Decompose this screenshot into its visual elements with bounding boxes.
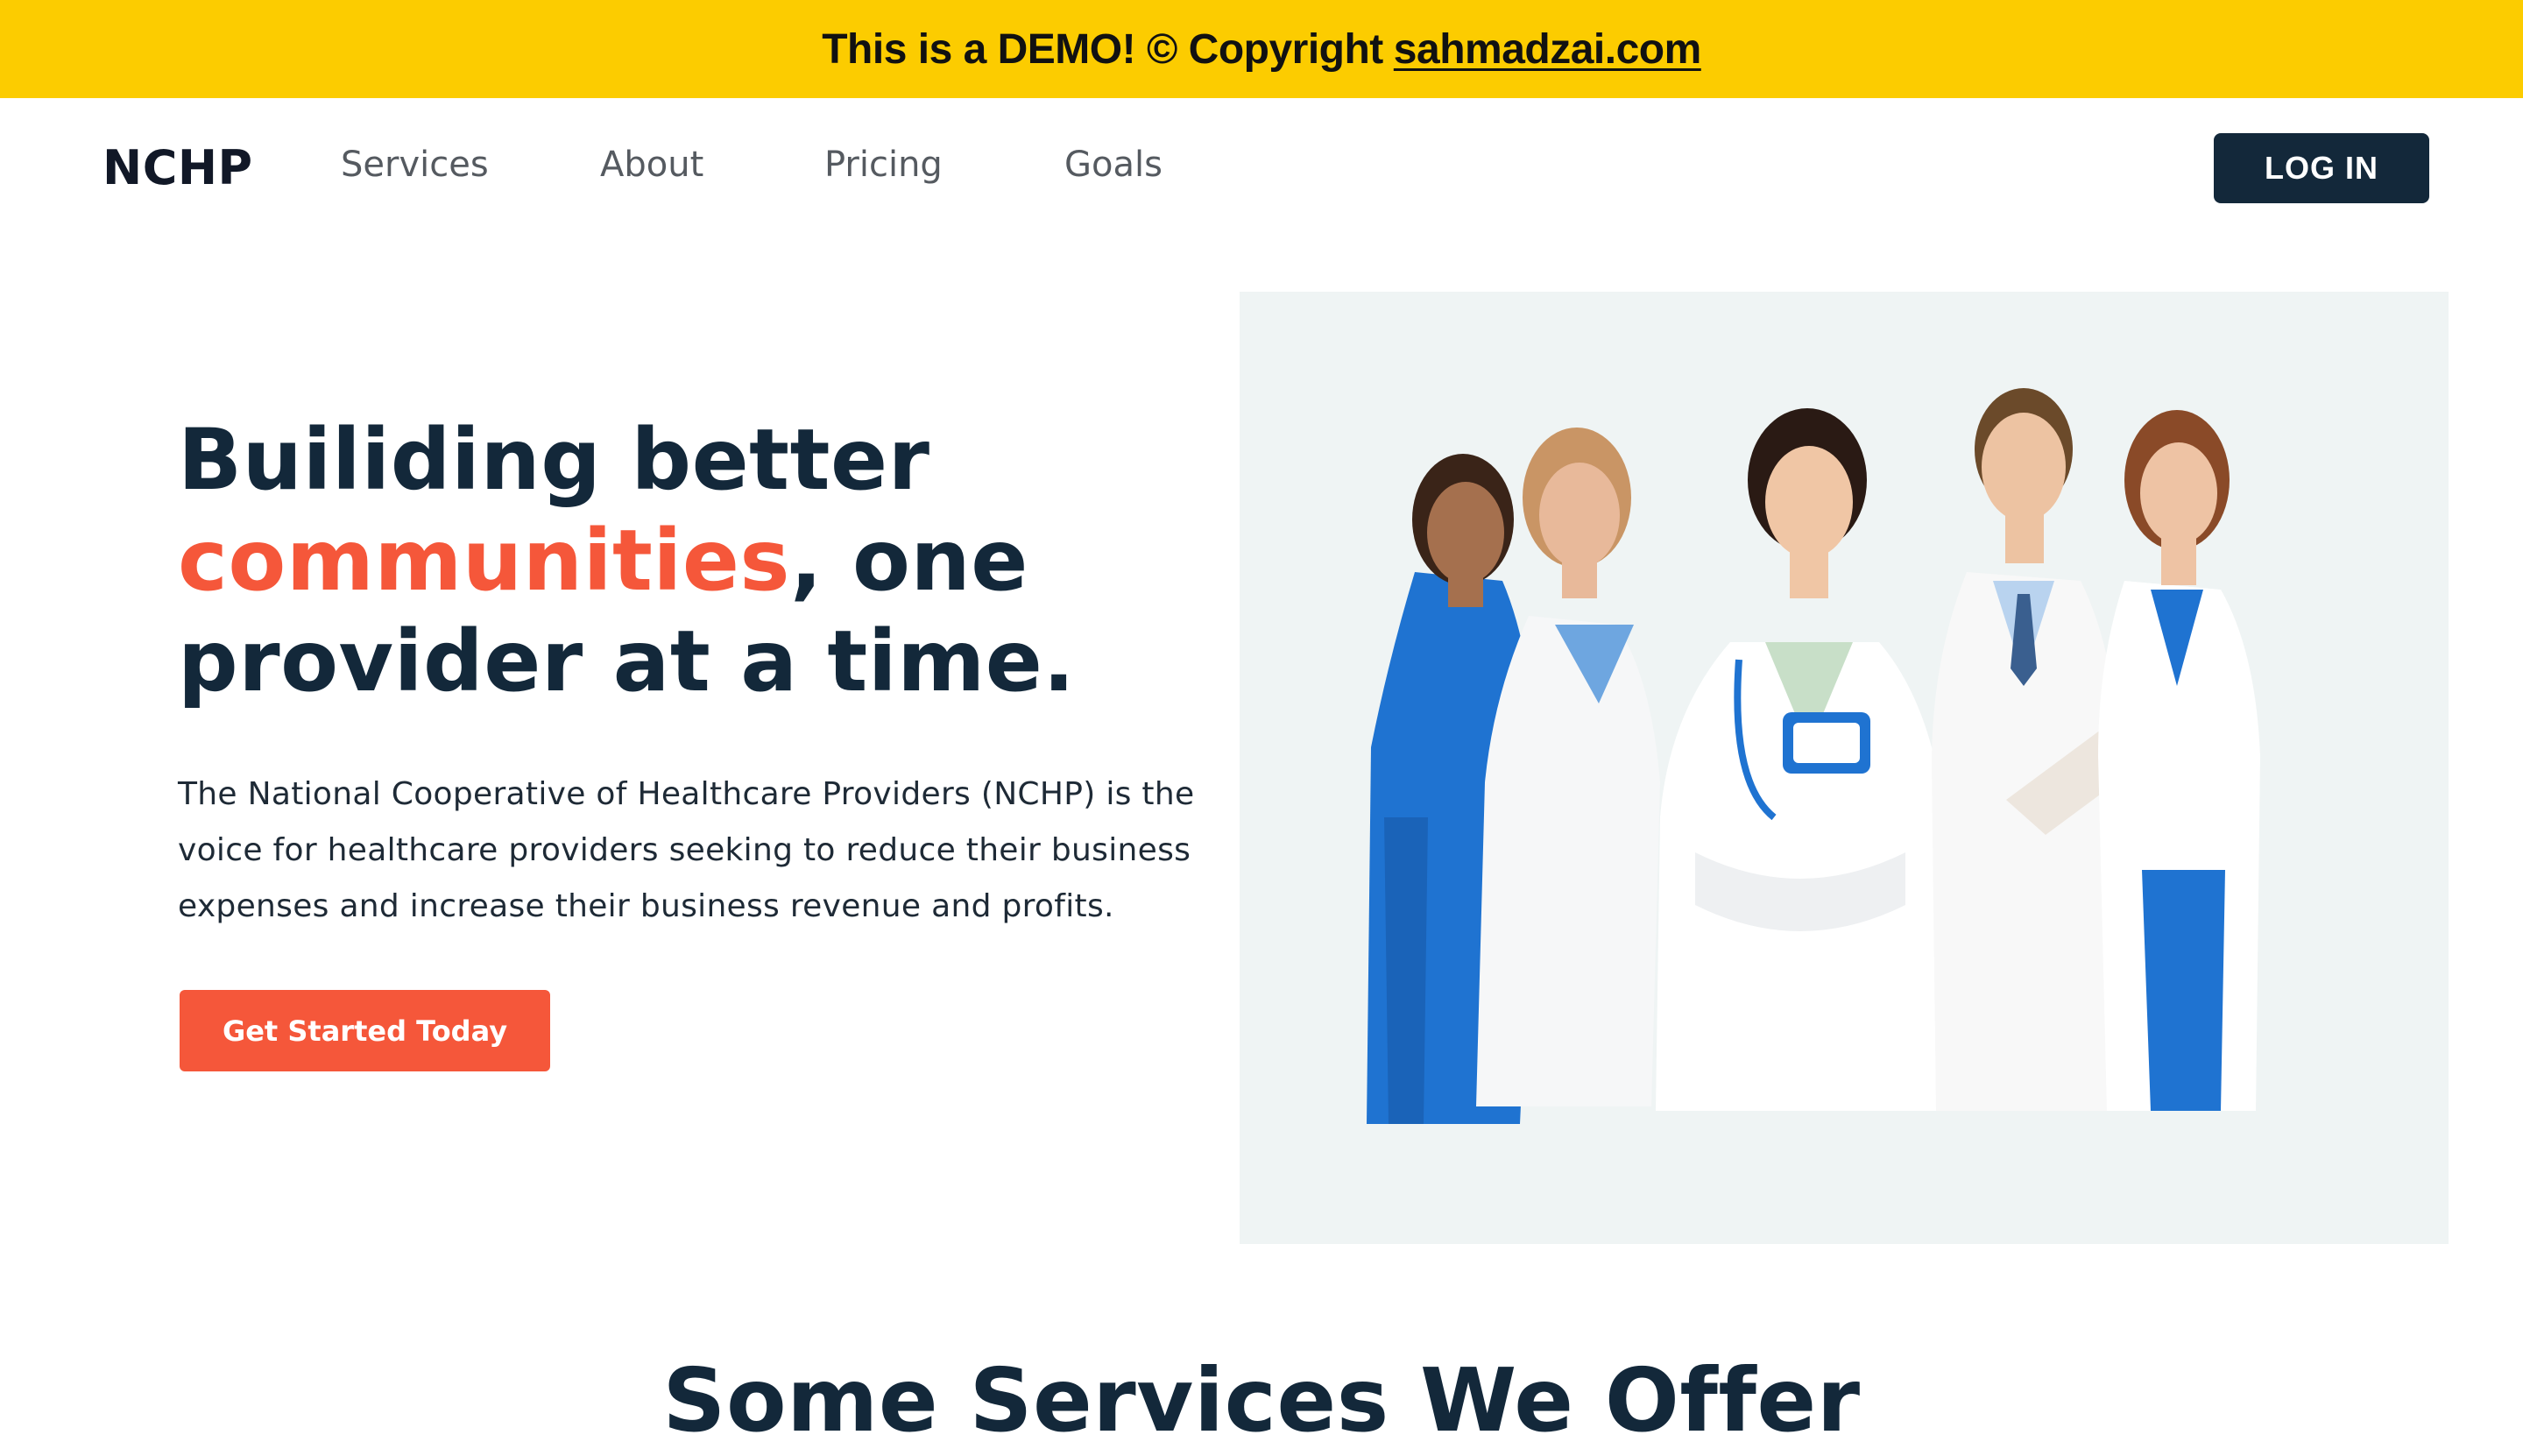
demo-banner: This is a DEMO! © Copyright sahmadzai.co… bbox=[0, 0, 2523, 98]
hero-description: The National Cooperative of Healthcare P… bbox=[178, 776, 1195, 924]
services-heading: Some Services We Offer bbox=[662, 1349, 1861, 1452]
demo-banner-text: This is a DEMO! © Copyright bbox=[822, 25, 1383, 73]
site-logo[interactable]: NCHP bbox=[102, 140, 253, 195]
hero-title-line3: provider at a time. bbox=[178, 612, 1076, 710]
login-button[interactable]: LOG IN bbox=[2214, 133, 2429, 203]
hero-image-panel bbox=[1240, 292, 2449, 1244]
hero-title-line1: Builiding better bbox=[178, 411, 930, 509]
doctor-center-figure bbox=[1656, 408, 1945, 1111]
hero-title: Builiding better communities, one provid… bbox=[178, 410, 1229, 712]
nav-link-goals[interactable]: Goals bbox=[1064, 145, 1163, 185]
nav-link-pricing[interactable]: Pricing bbox=[824, 145, 943, 185]
hero-title-after-accent: , one bbox=[790, 512, 1028, 610]
copyright-link[interactable]: sahmadzai.com bbox=[1394, 25, 1701, 74]
doctors-group-illustration bbox=[1367, 388, 2260, 1124]
top-navigation: NCHP Services About Pricing Goals LOG IN bbox=[0, 98, 2523, 238]
nav-link-about[interactable]: About bbox=[600, 145, 703, 185]
nav-link-services[interactable]: Services bbox=[341, 145, 489, 185]
hero-title-accent: communities bbox=[178, 512, 791, 610]
get-started-button[interactable]: Get Started Today bbox=[180, 990, 550, 1071]
page: This is a DEMO! © Copyright sahmadzai.co… bbox=[0, 0, 2523, 1456]
nurse-right-figure bbox=[2098, 410, 2260, 1111]
